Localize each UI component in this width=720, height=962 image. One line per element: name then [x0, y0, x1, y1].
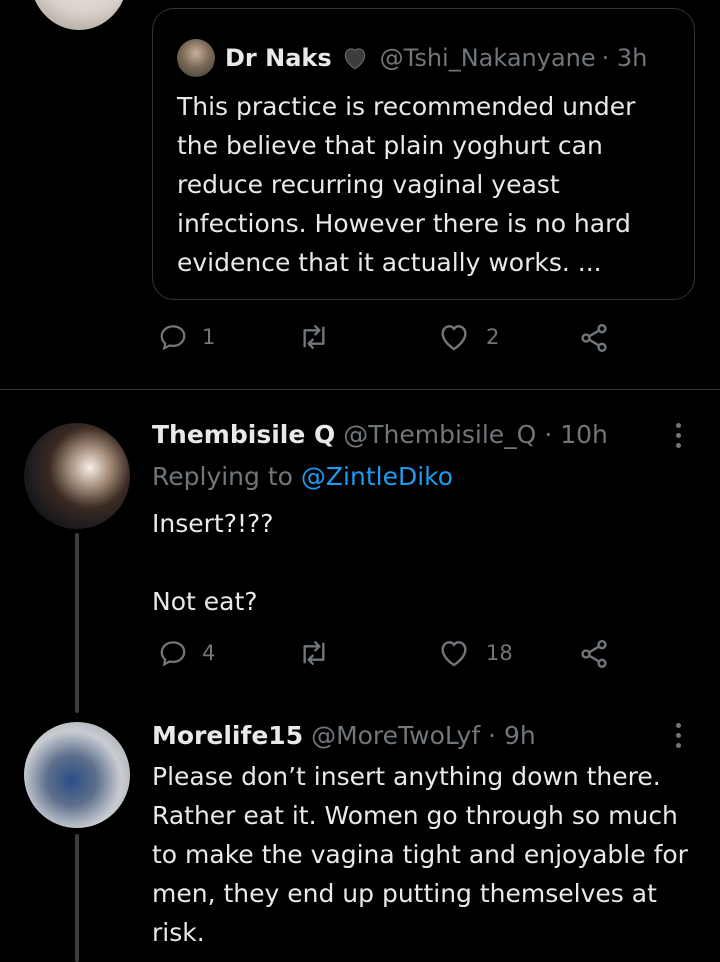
reply-1-share-button[interactable] — [578, 638, 610, 670]
reply-1-author-handle[interactable]: @Thembisile_Q — [343, 420, 536, 449]
reply-button[interactable]: 1 — [158, 322, 215, 352]
thread-line — [75, 533, 79, 713]
quoted-tweet-header: Dr Naks @Tshi_Nakanyane · 3h — [177, 39, 647, 77]
reply-1-reply-count: 4 — [202, 641, 216, 665]
quoted-author-handle: @Tshi_Nakanyane — [379, 44, 596, 72]
reply-2-text: Please don’t insert anything down there.… — [152, 762, 688, 947]
reply-1-like-count: 18 — [486, 641, 513, 665]
reply-2-author-name[interactable]: Morelife15 — [152, 721, 303, 750]
reply-count: 1 — [202, 325, 216, 349]
replying-to-link[interactable]: @ZintleDiko — [301, 462, 453, 491]
retweet-button[interactable] — [298, 322, 342, 352]
share-button[interactable] — [578, 322, 610, 354]
retweet-icon — [303, 641, 325, 665]
heart-icon — [441, 641, 467, 667]
reply-2-avatar[interactable] — [24, 722, 130, 828]
reply-1-text: Insert?!?? Not eat? — [152, 509, 274, 616]
quoted-author-name: Dr Naks — [225, 44, 332, 72]
reply-1-author-name[interactable]: Thembisile Q — [152, 420, 335, 449]
quoted-tweet-time: · 3h — [601, 44, 648, 72]
share-icon — [581, 640, 607, 668]
reply-2-header: Morelife15 @MoreTwoLyf · 9h — [152, 721, 536, 750]
reply-icon — [160, 641, 186, 667]
reply-1-reply-button[interactable]: 4 — [158, 638, 215, 668]
reply-2-more-button[interactable] — [676, 723, 684, 748]
tweet-actions: 1 2 — [152, 322, 632, 362]
reply-1-more-button[interactable] — [676, 423, 684, 448]
heart-icon — [441, 325, 467, 351]
quoted-tweet-card[interactable]: Dr Naks @Tshi_Nakanyane · 3h This practi… — [152, 8, 695, 300]
retweet-icon — [303, 325, 325, 349]
quoted-author-avatar — [177, 39, 215, 77]
reply-icon — [160, 325, 186, 351]
reply-1-actions: 4 18 — [152, 638, 632, 678]
replying-to-line: Replying to @ZintleDiko — [152, 462, 453, 491]
reply-1-like-button[interactable]: 18 — [438, 638, 513, 668]
reply-2-time: · 9h — [488, 721, 536, 750]
thread-line-2 — [75, 834, 79, 962]
quoted-tweet-text: This practice is recommended under the b… — [177, 92, 636, 277]
reply-1-header: Thembisile Q @Thembisile_Q · 10h — [152, 420, 608, 449]
tweet-divider — [0, 389, 720, 390]
replying-to-label: Replying to — [152, 462, 293, 491]
black-heart-icon — [342, 46, 368, 70]
reply-1-retweet-button[interactable] — [298, 638, 330, 668]
main-tweet-avatar[interactable] — [30, 0, 128, 30]
reply-1-avatar[interactable] — [24, 423, 130, 529]
share-icon — [581, 324, 607, 352]
reply-1-time: · 10h — [544, 420, 608, 449]
like-button[interactable]: 2 — [438, 322, 499, 352]
reply-2-author-handle[interactable]: @MoreTwoLyf — [311, 721, 480, 750]
like-count: 2 — [486, 325, 500, 349]
